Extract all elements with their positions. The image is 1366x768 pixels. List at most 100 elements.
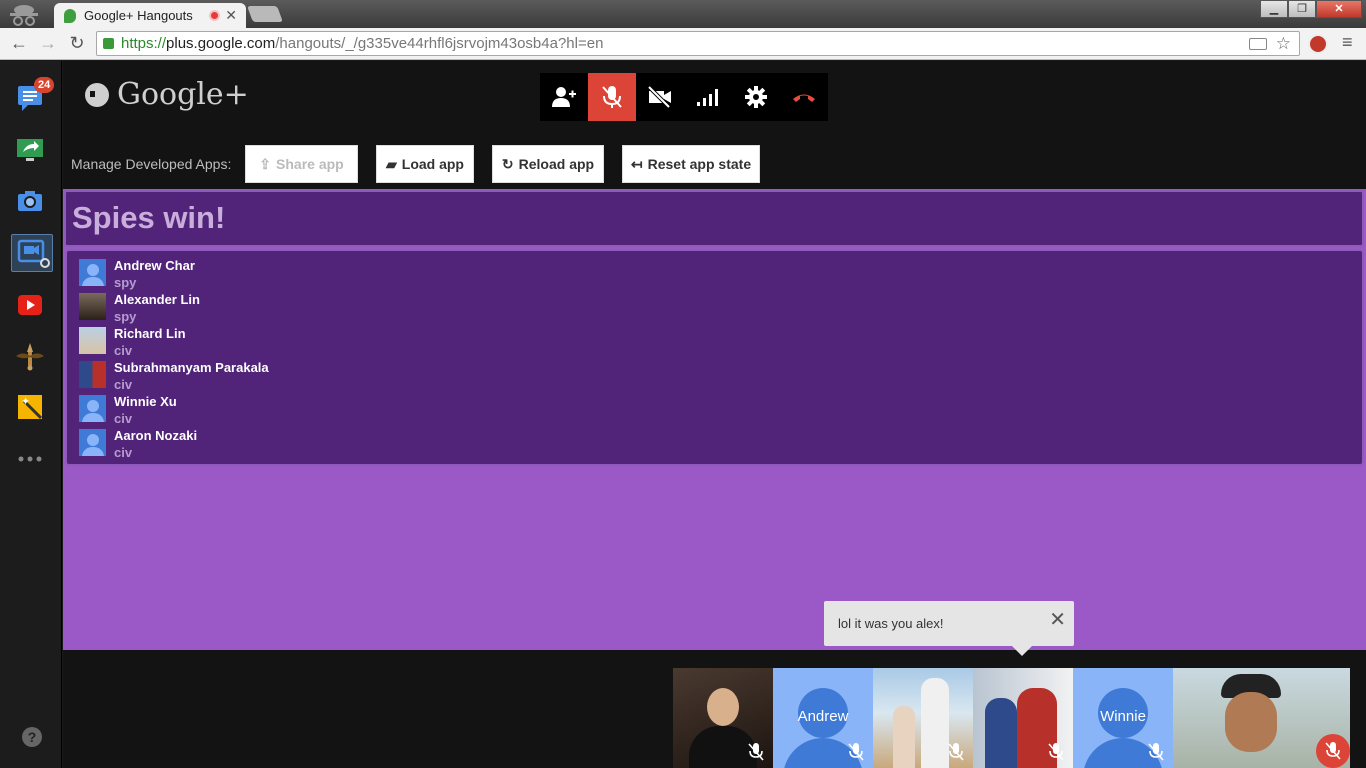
self-video-thumbnail[interactable] [1173, 668, 1350, 768]
participant-photo [985, 698, 1017, 768]
player-name: Aaron Nozaki [114, 428, 198, 443]
list-item: Winnie Xu civ [79, 389, 479, 426]
hangout-app-area: Spies win! Andrew Char spy Alexander Lin… [63, 189, 1366, 650]
help-icon[interactable]: ? [22, 727, 42, 747]
chat-badge: 24 [34, 77, 55, 93]
result-title: Spies win! [72, 200, 226, 235]
manage-apps-label: Manage Developed Apps: [71, 156, 232, 172]
self-mute-indicator [1316, 734, 1350, 768]
result-banner: Spies win! [64, 190, 1364, 247]
camera-permission-icon[interactable] [1249, 38, 1267, 50]
hangouts-logo-icon [85, 82, 114, 107]
list-item: Richard Lin civ [79, 321, 479, 358]
forward-arrow-icon[interactable]: → [37, 32, 59, 54]
participant-name: Andrew [797, 708, 849, 725]
share-app-label: Share app [276, 156, 344, 172]
minimize-button[interactable]: ▁ [1260, 0, 1288, 18]
participant-thumbnail[interactable]: Andrew [773, 668, 873, 768]
close-icon[interactable]: ✕ [1049, 607, 1066, 632]
chat-notification[interactable]: lol it was you alex! ✕ [824, 601, 1074, 656]
sidebar-item-chat[interactable]: 24 [14, 77, 55, 117]
lock-icon [103, 38, 114, 49]
load-app-label: Load app [401, 156, 464, 172]
bookmark-star-icon[interactable]: ☆ [1276, 32, 1291, 55]
incognito-icon [10, 5, 38, 26]
sidebar-item-screenshare[interactable] [14, 133, 50, 169]
back-arrow-icon[interactable]: ← [8, 32, 30, 54]
hangouts-favicon-icon [64, 8, 76, 23]
avatar [79, 361, 106, 388]
url-scheme: https:// [121, 35, 167, 52]
mic-off-icon [748, 743, 764, 761]
browser-toolbar: ← → ↻ https://plus.google.com/hangouts/_… [0, 28, 1366, 60]
browser-tab[interactable]: Google+ Hangouts ✕ [54, 3, 246, 28]
mustache-effects-icon [16, 343, 44, 371]
svg-text:✦: ✦ [21, 396, 30, 408]
sidebar-item-effects[interactable] [14, 340, 50, 376]
sidebar-item-capture[interactable] [14, 185, 50, 221]
player-name: Winnie Xu [114, 394, 177, 409]
share-app-button[interactable]: ⇪ Share app [245, 145, 358, 183]
participant-thumbnail[interactable] [873, 668, 973, 768]
avatar [79, 327, 106, 354]
reset-arrow-icon: ↤ [630, 155, 643, 172]
address-bar[interactable]: https://plus.google.com/hangouts/_/g335v… [96, 31, 1300, 56]
mic-off-icon [602, 86, 622, 108]
more-dots-icon [18, 456, 42, 462]
player-name: Richard Lin [114, 326, 186, 341]
add-person-icon [552, 87, 576, 107]
participant-thumbnail[interactable] [673, 668, 773, 768]
new-tab-button[interactable] [247, 6, 283, 22]
share-icon: ⇪ [259, 155, 272, 172]
participant-thumbnail[interactable]: Winnie [1073, 668, 1173, 768]
reload-app-button[interactable]: ↻ Reload app [492, 145, 604, 183]
hangout-main: Google+ Manage Developed Apps: ⇪ Share a… [63, 61, 1366, 768]
youtube-icon [18, 295, 42, 315]
window-controls: ▁ ❐ ✕ [1260, 0, 1362, 18]
maximize-button[interactable]: ❐ [1288, 0, 1316, 18]
signal-bars-icon [697, 89, 718, 106]
mic-off-icon [1148, 743, 1164, 761]
mute-microphone-button[interactable] [588, 73, 636, 121]
logo-text: Google+ [117, 77, 249, 112]
hang-up-icon [793, 94, 815, 102]
reload-icon[interactable]: ↻ [66, 32, 88, 54]
participant-photo [707, 688, 739, 726]
window-close-button[interactable]: ✕ [1316, 0, 1362, 18]
url-path: /hangouts/_/g335ve44rhfl6jsrvojm43osb4a?… [275, 35, 604, 52]
participant-thumbnail[interactable] [973, 668, 1073, 768]
invite-people-button[interactable] [540, 73, 588, 121]
player-name: Alexander Lin [114, 292, 200, 307]
sidebar-item-youtube[interactable] [14, 289, 50, 325]
avatar [79, 293, 106, 320]
gear-icon [745, 86, 767, 108]
refresh-icon: ↻ [501, 155, 514, 172]
mic-off-icon [1325, 742, 1341, 760]
settings-button[interactable] [732, 73, 780, 121]
participant-filmstrip: Andrew Winnie [673, 668, 1350, 768]
avatar [79, 395, 106, 422]
tab-title: Google+ Hangouts [84, 8, 193, 23]
mic-off-icon [948, 743, 964, 761]
tab-close-icon[interactable]: ✕ [225, 7, 237, 24]
bandwidth-button[interactable] [684, 73, 732, 121]
mic-off-icon [848, 743, 864, 761]
player-role: civ [114, 445, 133, 460]
extension-icon[interactable] [1308, 34, 1328, 54]
sidebar-item-app-developer[interactable] [11, 234, 53, 272]
sidebar-item-apps[interactable]: ✦ [14, 391, 50, 427]
camera-icon [18, 191, 42, 211]
participant-photo [921, 678, 949, 768]
camera-toggle-button[interactable] [636, 73, 684, 121]
url-host: plus.google.com [166, 35, 276, 52]
chrome-menu-icon[interactable]: ≡ [1342, 32, 1353, 53]
load-app-button[interactable]: ▰ Load app [376, 145, 474, 183]
end-call-button[interactable] [780, 73, 828, 121]
google-plus-logo: Google+ [85, 77, 249, 112]
call-controls [540, 73, 828, 121]
sidebar-item-more[interactable] [14, 447, 50, 483]
reset-app-state-button[interactable]: ↤ Reset app state [622, 145, 760, 183]
avatar [79, 259, 106, 286]
browser-titlebar: Google+ Hangouts ✕ ▁ ❐ ✕ [0, 0, 1366, 28]
chat-message: lol it was you alex! [838, 616, 944, 631]
